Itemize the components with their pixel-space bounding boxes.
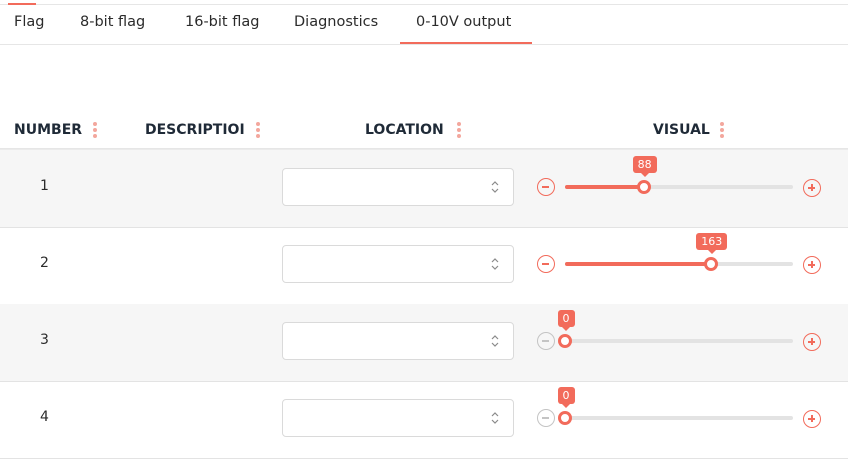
tab-0-10v-output[interactable]: 0-10V output bbox=[416, 14, 511, 30]
slider-thumb[interactable] bbox=[558, 411, 572, 425]
column-header-description[interactable]: DESCRIPTIOI bbox=[145, 122, 247, 138]
slider-track[interactable] bbox=[565, 185, 793, 189]
vertical-dots-icon[interactable] bbox=[93, 122, 97, 140]
value-slider: 88 bbox=[0, 150, 848, 227]
slider-fill bbox=[565, 262, 711, 266]
slider-track[interactable] bbox=[565, 416, 793, 420]
minus-circle-icon[interactable] bbox=[537, 255, 555, 273]
slider-thumb[interactable] bbox=[703, 257, 718, 271]
column-header-visual[interactable]: VISUAL bbox=[653, 122, 710, 138]
tab-8-bit-flag[interactable]: 8-bit flag bbox=[80, 14, 145, 30]
table-row: 4 0 bbox=[0, 381, 848, 459]
tab-bar-accent-mark bbox=[8, 3, 36, 5]
tab-bar: Flag 8-bit flag 16-bit flag Diagnostics … bbox=[0, 0, 848, 45]
slider-thumb[interactable] bbox=[558, 334, 572, 348]
slider-value-badge: 0 bbox=[557, 387, 575, 408]
table-row: 3 0 bbox=[0, 304, 848, 382]
minus-circle-icon[interactable] bbox=[537, 178, 555, 196]
plus-circle-icon[interactable] bbox=[803, 179, 821, 197]
vertical-dots-icon[interactable] bbox=[457, 122, 461, 140]
slider-track[interactable] bbox=[565, 339, 793, 343]
slider-value-badge: 163 bbox=[696, 233, 728, 254]
slider-thumb[interactable] bbox=[636, 180, 651, 194]
tab-bar-top-border bbox=[0, 4, 848, 5]
vertical-dots-icon[interactable] bbox=[720, 122, 724, 140]
column-header-location[interactable]: LOCATION bbox=[365, 122, 444, 138]
value-slider: 0 bbox=[0, 381, 848, 458]
slider-value-badge: 88 bbox=[632, 156, 657, 177]
plus-circle-icon[interactable] bbox=[803, 410, 821, 428]
table-row: 1 88 bbox=[0, 150, 848, 228]
value-slider: 0 bbox=[0, 304, 848, 381]
tab-flag[interactable]: Flag bbox=[14, 14, 44, 30]
vertical-dots-icon[interactable] bbox=[256, 122, 260, 140]
minus-circle-icon[interactable] bbox=[537, 409, 555, 427]
tab-diagnostics[interactable]: Diagnostics bbox=[294, 14, 378, 30]
tab-bar-bottom-border bbox=[0, 44, 848, 45]
table-row: 2 163 bbox=[0, 227, 848, 305]
slider-fill bbox=[565, 185, 644, 189]
minus-circle-icon[interactable] bbox=[537, 332, 555, 350]
table-header: NUMBER DESCRIPTIOI LOCATION VISUAL bbox=[0, 110, 848, 150]
plus-circle-icon[interactable] bbox=[803, 256, 821, 274]
tab-16-bit-flag[interactable]: 16-bit flag bbox=[185, 14, 259, 30]
value-slider: 163 bbox=[0, 227, 848, 304]
column-header-number[interactable]: NUMBER bbox=[14, 122, 84, 138]
plus-circle-icon[interactable] bbox=[803, 333, 821, 351]
slider-track[interactable] bbox=[565, 262, 793, 266]
slider-value-badge: 0 bbox=[557, 310, 575, 331]
